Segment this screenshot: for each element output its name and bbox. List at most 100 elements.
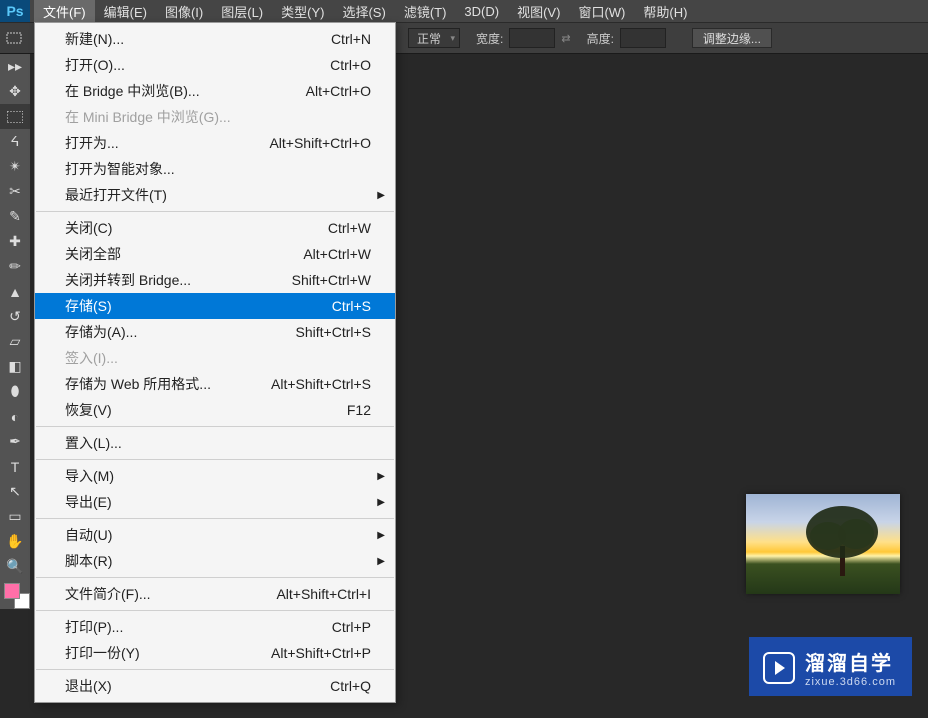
height-input[interactable] [620,28,666,48]
eyedropper-tool[interactable]: ✎ [0,204,30,229]
submenu-arrow-icon: ▶ [377,190,385,201]
current-tool-icon[interactable] [2,26,26,50]
menu-item-shortcut: F12 [347,402,371,418]
menu-item-shortcut: Alt+Shift+Ctrl+P [271,645,371,661]
watermark-title: 溜溜自学 [805,647,896,676]
refine-edge-button[interactable]: 调整边缘... [692,28,772,48]
menu-item[interactable]: 关闭(C)Ctrl+W [35,215,395,241]
menu-separator [36,577,394,578]
swap-dimensions-icon[interactable]: ⇄ [561,32,570,45]
menu-separator [36,610,394,611]
menu-file[interactable]: 文件(F) [34,0,95,24]
tree-icon [784,500,884,578]
menu-separator [36,518,394,519]
zoom-tool[interactable]: 🔍 [0,554,30,579]
menu-item[interactable]: 文件简介(F)...Alt+Shift+Ctrl+I [35,581,395,607]
foreground-color[interactable] [4,583,20,599]
gradient-tool[interactable]: ◧ [0,354,30,379]
menu-help[interactable]: 帮助(H) [634,0,696,24]
menu-item[interactable]: 在 Bridge 中浏览(B)... Alt+Ctrl+O [35,78,395,104]
menu-item-label: 关闭全部 [65,244,121,264]
menu-item[interactable]: 恢复(V) F12 [35,397,395,423]
menu-item-label: 打开(O)... [65,55,125,75]
menu-separator [36,669,394,670]
menu-type[interactable]: 类型(Y) [272,0,333,24]
menu-item[interactable]: 最近打开文件(T) ▶ [35,182,395,208]
menu-item-shortcut: Alt+Shift+Ctrl+O [269,135,371,151]
hand-tool[interactable]: ✋ [0,529,30,554]
menu-item-label: 在 Mini Bridge 中浏览(G)... [65,107,231,127]
menu-item[interactable]: 关闭全部 Alt+Ctrl+W [35,241,395,267]
menu-item[interactable]: 自动(U)▶ [35,522,395,548]
menu-item[interactable]: 存储为(A)...Shift+Ctrl+S [35,319,395,345]
menu-item[interactable]: 导入(M) ▶ [35,463,395,489]
menu-item-shortcut: Alt+Ctrl+W [303,246,371,262]
menu-item[interactable]: 打开为... Alt+Shift+Ctrl+O [35,130,395,156]
blur-tool[interactable]: ⬮ [0,379,30,404]
menu-item[interactable]: 打开为智能对象... [35,156,395,182]
shape-tool[interactable]: ▭ [0,504,30,529]
menu-item-shortcut: Alt+Shift+Ctrl+S [271,376,371,392]
wand-tool[interactable]: ✴ [0,154,30,179]
menu-item[interactable]: 存储为 Web 所用格式...Alt+Shift+Ctrl+S [35,371,395,397]
menu-item-label: 置入(L)... [65,433,122,453]
menu-item-label: 文件简介(F)... [65,584,151,604]
menu-item[interactable]: 打印(P)...Ctrl+P [35,614,395,640]
menu-item-label: 恢复(V) [65,400,112,420]
menu-item[interactable]: 关闭并转到 Bridge...Shift+Ctrl+W [35,267,395,293]
watermark-url: zixue.3d66.com [805,676,896,688]
history-brush-tool[interactable]: ↺ [0,304,30,329]
menu-item[interactable]: 打印一份(Y)Alt+Shift+Ctrl+P [35,640,395,666]
menu-item[interactable]: 新建(N)... Ctrl+N [35,26,395,52]
menu-select[interactable]: 选择(S) [333,0,394,24]
eraser-tool[interactable]: ▱ [0,329,30,354]
tool-palette: ▸▸ ✥ ᔦ ✴ ✂ ✎ ✚ ✏ ▲ ↺ ▱ ◧ ⬮ ◐ ✒ T ↖ ▭ ✋ 🔍 [0,54,30,609]
menu-item-label: 关闭并转到 Bridge... [65,270,191,290]
menu-image[interactable]: 图像(I) [156,0,212,24]
submenu-arrow-icon: ▶ [377,556,385,567]
move-tool[interactable]: ✥ [0,79,30,104]
menu-item[interactable]: 导出(E)▶ [35,489,395,515]
menu-layer[interactable]: 图层(L) [212,0,272,24]
type-tool[interactable]: T [0,454,30,479]
menu-edit[interactable]: 编辑(E) [95,0,156,24]
menu-item-shortcut: Ctrl+N [331,31,371,47]
height-label: 高度: [587,30,614,47]
crop-tool[interactable]: ✂ [0,179,30,204]
submenu-arrow-icon: ▶ [377,471,385,482]
stamp-tool[interactable]: ▲ [0,279,30,304]
play-icon [763,652,795,684]
menu-item-label: 打开为... [65,133,119,153]
menu-item[interactable]: 存储(S)Ctrl+S [35,293,395,319]
canvas-image[interactable] [746,494,900,594]
dodge-tool[interactable]: ◐ [0,404,30,429]
menu-item-label: 最近打开文件(T) [65,185,167,205]
menu-3d[interactable]: 3D(D) [455,1,508,22]
marquee-tool[interactable] [0,104,30,129]
collapse-handle-icon[interactable]: ▸▸ [0,54,30,79]
ps-app-icon: Ps [0,0,30,22]
menu-item-label: 退出(X) [65,676,112,696]
lasso-tool[interactable]: ᔦ [0,129,30,154]
menu-item: 在 Mini Bridge 中浏览(G)... [35,104,395,130]
brush-tool[interactable]: ✏ [0,254,30,279]
blend-mode-select[interactable]: 正常 [408,28,460,48]
color-swatch[interactable] [4,583,26,605]
menu-item[interactable]: 退出(X)Ctrl+Q [35,673,395,699]
menu-window[interactable]: 窗口(W) [569,0,634,24]
path-select-tool[interactable]: ↖ [0,479,30,504]
menu-item-label: 新建(N)... [65,29,124,49]
menu-view[interactable]: 视图(V) [508,0,569,24]
width-label: 宽度: [476,30,503,47]
menu-item-shortcut: Alt+Ctrl+O [306,83,371,99]
menu-item[interactable]: 脚本(R)▶ [35,548,395,574]
width-input[interactable] [509,28,555,48]
menu-item[interactable]: 置入(L)... [35,430,395,456]
pen-tool[interactable]: ✒ [0,429,30,454]
healing-tool[interactable]: ✚ [0,229,30,254]
menu-item[interactable]: 打开(O)...Ctrl+O [35,52,395,78]
menu-item-label: 导入(M) [65,466,114,486]
menu-item-label: 存储(S) [65,296,112,316]
menu-filter[interactable]: 滤镜(T) [395,0,456,24]
menu-item-label: 在 Bridge 中浏览(B)... [65,81,200,101]
